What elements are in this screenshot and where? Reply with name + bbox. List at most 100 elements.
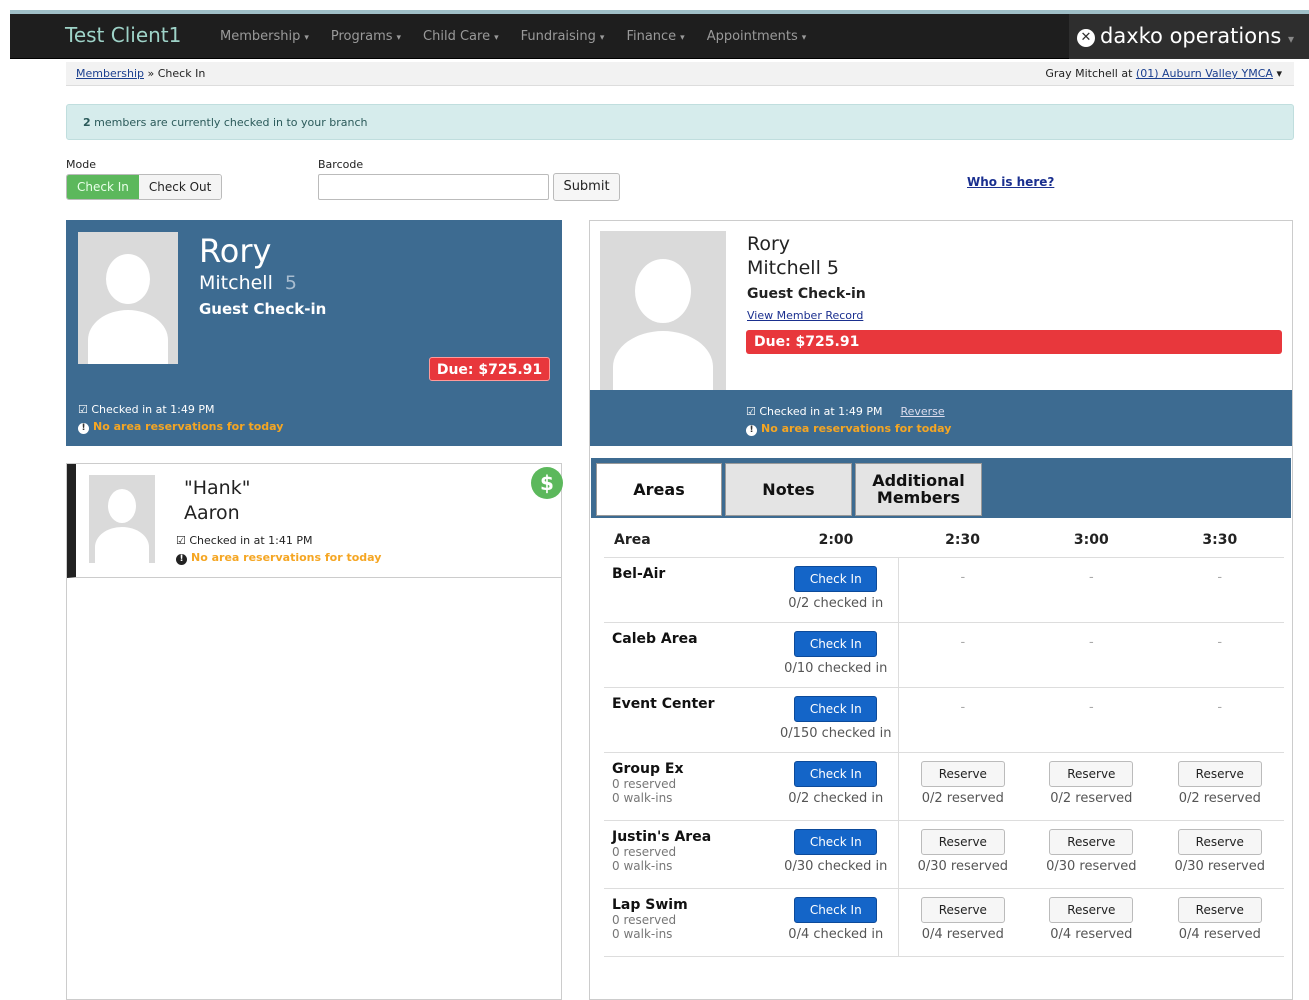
checked-in-count: 0/10 checked in (784, 660, 888, 676)
reserve-button[interactable]: Reserve (1177, 896, 1262, 923)
reserve-button[interactable]: Reserve (1049, 896, 1134, 923)
no-reservations-notice: ! No area reservations for today (78, 420, 283, 434)
table-row: Justin's Area 0 reserved 0 walk-ins Check I… (604, 820, 1284, 889)
exclamation-icon: ! (78, 423, 89, 434)
no-reservations-notice: ! No area reservations for today (176, 551, 381, 565)
slot-cell: Reserve 0/4 reserved (898, 888, 1028, 957)
reserved-count: 0/4 reserved (921, 926, 1004, 942)
empty-slot: - (960, 634, 966, 650)
table-row: Bel-Air Check In 0/2 checked in - - - (604, 557, 1284, 623)
reserved-count: 0/4 reserved (1050, 926, 1133, 942)
avatar (89, 475, 155, 563)
table-row: Event Center Check In 0/150 checked in - - - (604, 687, 1284, 753)
reverse-link[interactable]: Reverse (900, 405, 944, 418)
user-info: Gray Mitchell at (01) Auburn Valley YMCA… (1045, 67, 1282, 80)
mode-check-in-button[interactable]: Check In (67, 175, 139, 199)
slot-cell: Reserve 0/4 reserved (1027, 888, 1156, 957)
empty-slot: - (1217, 634, 1223, 650)
detail-tabs: Areas Notes Additional Members (591, 458, 1291, 518)
checked-in-count: 0/30 checked in (784, 858, 888, 874)
member-type: Guest Check-in (199, 300, 327, 318)
menu-fundraising[interactable]: Fundraising ▾ (521, 29, 605, 44)
empty-slot: - (1217, 699, 1223, 715)
caret-down-icon: ▾ (801, 33, 807, 43)
slot-cell: Reserve 0/2 reserved (1155, 752, 1284, 821)
slot-cell: Reserve 0/2 reserved (898, 752, 1028, 821)
slot-cell: - (898, 557, 1028, 623)
menu-child-care[interactable]: Child Care ▾ (423, 29, 499, 44)
view-member-record-link[interactable]: View Member Record (747, 309, 863, 322)
due-badge: Due: $725.91 (429, 357, 550, 381)
mode-check-out-button[interactable]: Check Out (138, 175, 222, 199)
area-check-in-button[interactable]: Check In (794, 565, 878, 592)
area-check-in-button[interactable]: Check In (794, 896, 878, 923)
reserve-button[interactable]: Reserve (920, 828, 1005, 855)
checked-in-status: ☑ Checked in at 1:49 PM (78, 403, 215, 416)
empty-slot: - (960, 569, 966, 585)
empty-slot: - (1088, 699, 1094, 715)
no-reservations-notice: ! No area reservations for today (746, 422, 951, 436)
slot-cell: Check In 0/4 checked in (774, 888, 899, 957)
reserve-button[interactable]: Reserve (920, 896, 1005, 923)
member-last-name: Aaron (184, 502, 240, 524)
selected-member-card[interactable]: Rory Mitchell 5 Guest Check-in Due: $725.… (66, 220, 562, 446)
reserve-button[interactable]: Reserve (1049, 760, 1134, 787)
caret-down-icon: ▾ (494, 33, 499, 43)
submit-button[interactable]: Submit (553, 173, 620, 201)
area-check-in-button[interactable]: Check In (794, 760, 878, 787)
slot-cell: Check In 0/10 checked in (774, 622, 899, 688)
menu-appointments[interactable]: Appointments ▾ (707, 29, 807, 44)
daxko-logo[interactable]: ✕ daxko operations ▾ (1069, 14, 1309, 59)
tab-areas[interactable]: Areas (596, 463, 722, 516)
menu-finance[interactable]: Finance ▾ (626, 29, 684, 44)
top-navbar: Test Client1 Membership ▾ Programs ▾ Child… (10, 14, 1309, 59)
branch-link[interactable]: (01) Auburn Valley YMCA (1136, 67, 1273, 80)
member-last-name: Mitchell 5 (747, 257, 839, 279)
checked-in-members-list: "Hank" Aaron ☑ Checked in at 1:41 PM ! No… (66, 463, 563, 1000)
tab-notes[interactable]: Notes (725, 463, 852, 516)
caret-down-icon: ▾ (680, 33, 685, 43)
caret-down-icon: ▾ (396, 33, 402, 43)
checked-in-count: 0/2 checked in (788, 595, 884, 611)
member-list-item[interactable]: "Hank" Aaron ☑ Checked in at 1:41 PM ! No… (67, 464, 563, 578)
slot-cell: Check In 0/2 checked in (774, 557, 899, 623)
barcode-input[interactable] (318, 174, 549, 200)
reserved-count: 0/2 reserved (921, 790, 1004, 806)
slot-cell: Check In 0/30 checked in (774, 820, 899, 889)
menu-membership[interactable]: Membership ▾ (220, 29, 309, 44)
empty-slot: - (1088, 569, 1094, 585)
exclamation-icon: ! (746, 425, 757, 436)
area-check-in-button[interactable]: Check In (794, 828, 878, 855)
avatar (600, 231, 726, 399)
slot-cell: Reserve 0/4 reserved (1155, 888, 1284, 957)
slot-cell: - (898, 622, 1028, 688)
reserve-button[interactable]: Reserve (920, 760, 1005, 787)
column-header: Area (604, 524, 774, 558)
table-row: Lap Swim 0 reserved 0 walk-ins Check In 0/4 … (604, 888, 1284, 957)
caret-down-icon: ▾ (304, 33, 309, 43)
reserve-button[interactable]: Reserve (1177, 760, 1262, 787)
breadcrumb-bar: Membership » Check In Gray Mitchell at (… (66, 62, 1294, 86)
check-square-icon: ☑ (746, 405, 756, 418)
breadcrumb: Membership » Check In (76, 67, 206, 80)
area-name-cell: Bel-Air (604, 557, 774, 623)
reserve-button[interactable]: Reserve (1177, 828, 1262, 855)
area-check-in-button[interactable]: Check In (794, 630, 878, 657)
breadcrumb-membership-link[interactable]: Membership (76, 67, 144, 80)
column-header: 2:30 (898, 524, 1028, 558)
caret-down-icon[interactable]: ▾ (1276, 67, 1282, 80)
checked-in-alert: 2 members are currently checked in to yo… (66, 104, 1294, 140)
slot-cell: Reserve 0/2 reserved (1027, 752, 1156, 821)
empty-slot: - (960, 699, 966, 715)
checkin-status-band: ☑ Checked in at 1:49 PM Reverse ! No area … (590, 390, 1292, 446)
exclamation-icon: ! (176, 554, 187, 565)
area-check-in-button[interactable]: Check In (794, 695, 878, 722)
main-menu: Membership ▾ Programs ▾ Child Care ▾ Fundra… (220, 29, 806, 44)
menu-programs[interactable]: Programs ▾ (331, 29, 401, 44)
who-is-here-link[interactable]: Who is here? (967, 175, 1054, 189)
client-name[interactable]: Test Client1 (65, 23, 181, 47)
tab-additional-members[interactable]: Additional Members (855, 463, 982, 516)
barcode-label: Barcode (318, 158, 364, 171)
reserve-button[interactable]: Reserve (1049, 828, 1134, 855)
reserved-count: 0/4 reserved (1178, 926, 1261, 942)
